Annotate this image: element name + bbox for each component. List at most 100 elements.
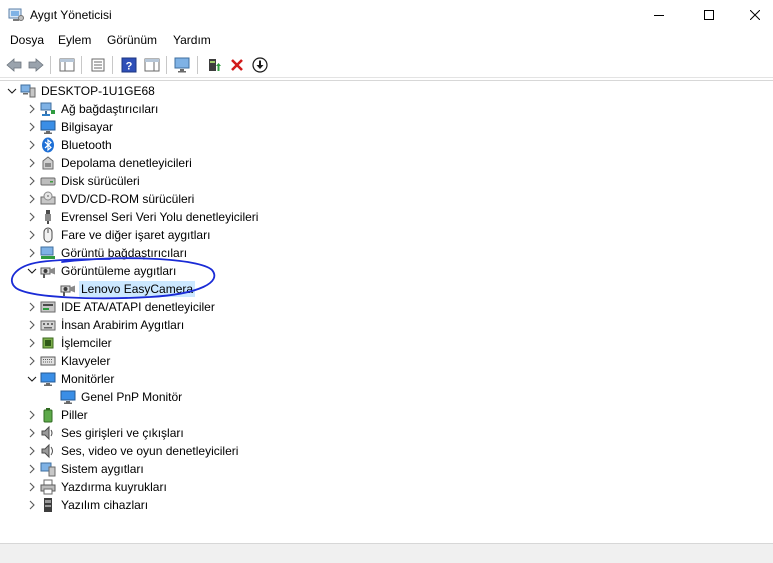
expand-toggle[interactable] (24, 352, 40, 370)
chevron-right-icon (29, 446, 35, 456)
tree-category[interactable]: Bluetooth (24, 136, 114, 154)
forward-button[interactable] (26, 55, 46, 75)
help-icon: ? (121, 57, 137, 73)
collapse-toggle[interactable] (24, 370, 40, 388)
tree-category[interactable]: Klavyeler (24, 352, 112, 370)
monitor-icon (60, 389, 76, 405)
tree-category[interactable]: Piller (24, 406, 90, 424)
collapse-toggle[interactable] (24, 262, 40, 280)
properties-pane-icon (59, 58, 75, 72)
chevron-right-icon (29, 482, 35, 492)
tree-item-label: DVD/CD-ROM sürücüleri (61, 192, 195, 206)
chevron-right-icon (29, 248, 35, 258)
tree-item-label: Ses girişleri ve çıkışları (61, 426, 184, 440)
close-button[interactable] (732, 0, 773, 30)
tree-category[interactable]: Ağ bağdaştırıcıları (24, 100, 160, 118)
tree-category[interactable]: Yazdırma kuyrukları (24, 478, 169, 496)
tree-category[interactable]: Fare ve diğer işaret aygıtları (24, 226, 212, 244)
menu-help[interactable]: Yardım (171, 33, 213, 47)
chevron-right-icon (29, 140, 35, 150)
expand-toggle[interactable] (24, 226, 40, 244)
network-adapter-icon (40, 101, 56, 117)
expand-toggle[interactable] (24, 100, 40, 118)
expand-toggle[interactable] (24, 298, 40, 316)
tree-category[interactable]: Görüntü bağdaştırıcıları (24, 244, 189, 262)
tree-category[interactable]: İnsan Arabirim Aygıtları (24, 316, 186, 334)
chevron-right-icon (29, 176, 35, 186)
tree-device[interactable]: Genel PnP Monitör (44, 388, 184, 406)
tree-root-computer[interactable]: DESKTOP-1U1GE68 (4, 82, 157, 100)
expand-toggle[interactable] (24, 478, 40, 496)
tree-category[interactable]: Bilgisayar (24, 118, 115, 136)
chevron-down-icon (27, 268, 37, 274)
tree-item-label: Yazdırma kuyrukları (61, 480, 167, 494)
tree-category[interactable]: DVD/CD-ROM sürücüleri (24, 190, 196, 208)
expand-toggle[interactable] (24, 136, 40, 154)
chevron-right-icon (29, 410, 35, 420)
expand-toggle[interactable] (24, 460, 40, 478)
expand-toggle[interactable] (24, 208, 40, 226)
tree-item-label: Piller (61, 408, 88, 422)
update-driver-button[interactable] (204, 55, 224, 75)
maximize-icon (704, 10, 714, 20)
disk-drive-icon (40, 173, 56, 189)
maximize-button[interactable] (686, 0, 732, 30)
tree-item-label: Sistem aygıtları (61, 462, 144, 476)
scan-hardware-button[interactable] (173, 55, 193, 75)
tree-category[interactable]: Ses, video ve oyun denetleyicileri (24, 442, 240, 460)
tree-category[interactable]: Ses girişleri ve çıkışları (24, 424, 186, 442)
tree-item-label: Fare ve diğer işaret aygıtları (61, 228, 211, 242)
tree-category[interactable]: Görüntüleme aygıtları (24, 262, 178, 280)
help-button[interactable]: ? (119, 55, 139, 75)
tree-item-label: Evrensel Seri Veri Yolu denetleyicileri (61, 210, 259, 224)
keyboard-icon (40, 353, 56, 369)
chevron-right-icon (29, 194, 35, 204)
properties-button[interactable] (57, 55, 77, 75)
tree-item-label: Görüntü bağdaştırıcıları (61, 246, 188, 260)
expand-toggle[interactable] (24, 406, 40, 424)
back-arrow-icon (6, 58, 22, 72)
expand-toggle[interactable] (24, 244, 40, 262)
tree-category[interactable]: İşlemciler (24, 334, 114, 352)
uninstall-x-icon (231, 59, 243, 71)
tree-category[interactable]: Monitörler (24, 370, 116, 388)
expand-toggle[interactable] (24, 118, 40, 136)
chevron-right-icon (29, 122, 35, 132)
expand-toggle[interactable] (24, 496, 40, 514)
action-pane-button[interactable] (142, 55, 162, 75)
tree-category[interactable]: Depolama denetleyicileri (24, 154, 194, 172)
device-view-button[interactable] (88, 55, 108, 75)
expand-toggle[interactable] (24, 190, 40, 208)
back-button[interactable] (4, 55, 24, 75)
enable-device-button[interactable] (250, 55, 270, 75)
minimize-button[interactable] (636, 0, 682, 30)
tree-item-label: Bluetooth (61, 138, 112, 152)
tree-category[interactable]: Evrensel Seri Veri Yolu denetleyicileri (24, 208, 260, 226)
chevron-right-icon (29, 212, 35, 222)
expand-toggle[interactable] (24, 424, 40, 442)
camera-icon (40, 263, 56, 279)
collapse-toggle[interactable] (4, 82, 20, 100)
expand-toggle[interactable] (24, 442, 40, 460)
tree-category[interactable]: Yazılım cihazları (24, 496, 150, 514)
software-device-icon (40, 497, 56, 513)
tree-item-label: IDE ATA/ATAPI denetleyiciler (61, 300, 215, 314)
tree-device[interactable]: Lenovo EasyCamera (44, 280, 196, 298)
expand-toggle[interactable] (24, 172, 40, 190)
download-icon (252, 57, 268, 73)
expand-toggle[interactable] (24, 316, 40, 334)
storage-controller-icon (40, 155, 56, 171)
menu-action[interactable]: Eylem (56, 33, 93, 47)
tree-category[interactable]: Disk sürücüleri (24, 172, 142, 190)
expand-toggle[interactable] (24, 334, 40, 352)
uninstall-button[interactable] (227, 55, 247, 75)
tree-item-label: Lenovo EasyCamera (79, 281, 196, 297)
expand-toggle[interactable] (24, 154, 40, 172)
chevron-right-icon (29, 230, 35, 240)
tree-category[interactable]: IDE ATA/ATAPI denetleyiciler (24, 298, 217, 316)
update-driver-icon (209, 59, 221, 71)
tree-category[interactable]: Sistem aygıtları (24, 460, 146, 478)
menu-file[interactable]: Dosya (8, 33, 46, 47)
menu-view[interactable]: Görünüm (105, 33, 159, 47)
bluetooth-icon (40, 137, 56, 153)
